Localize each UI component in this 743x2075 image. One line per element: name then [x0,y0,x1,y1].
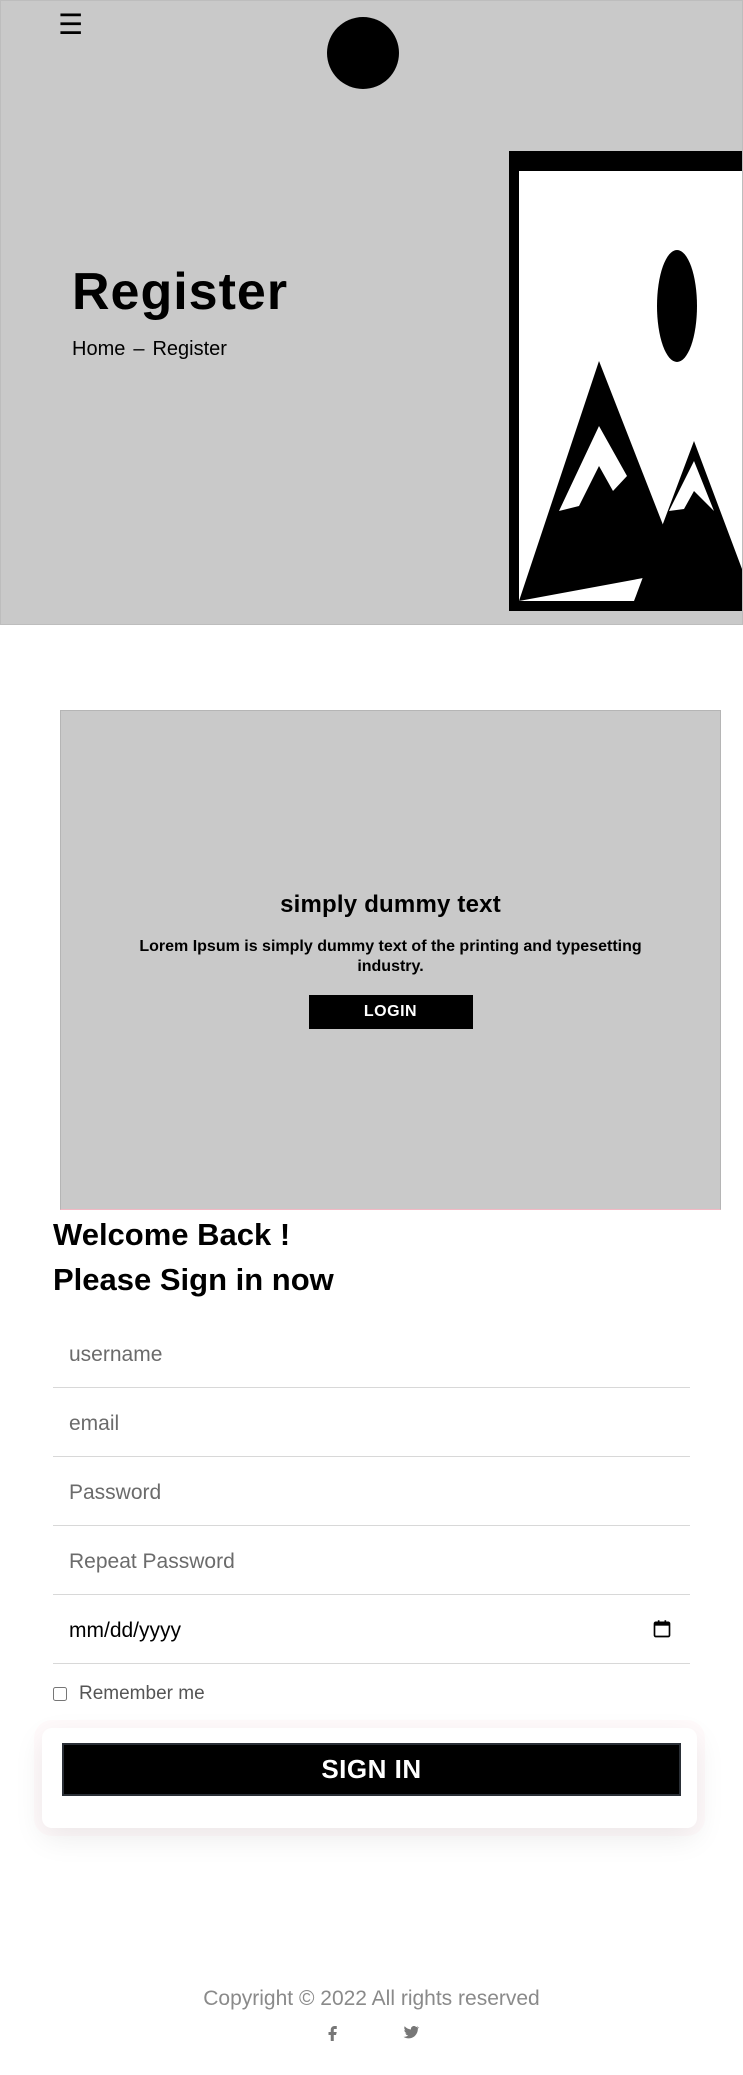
username-field-container [53,1325,690,1388]
sign-in-button[interactable]: SIGN IN [62,1743,681,1796]
signin-form: mm/dd/yyyy [53,1325,690,1670]
username-input[interactable] [53,1325,690,1385]
logo-icon[interactable] [327,17,399,89]
signin-heading: Welcome Back ! Please Sign in now [53,1213,713,1303]
footer: Copyright © 2022 All rights reserved [0,1987,743,2047]
hero-section: ☰ Register Home – Register [0,0,743,625]
image-placeholder-icon [509,151,742,611]
breadcrumb-home-link[interactable]: Home [72,338,125,361]
breadcrumb-separator: – [133,338,145,360]
email-input[interactable] [53,1394,690,1454]
password-field-container [53,1463,690,1526]
promo-text: Lorem Ipsum is simply dummy text of the … [139,938,642,975]
remember-me-label: Remember me [79,1683,205,1704]
promo-card: simply dummy text Lorem Ipsum is simply … [60,710,721,1210]
copyright-text: Copyright © 2022 All rights reserved [203,1987,540,2010]
facebook-icon[interactable] [324,2023,342,2041]
password-input[interactable] [53,1463,690,1523]
date-field[interactable]: mm/dd/yyyy [53,1601,690,1664]
calendar-icon[interactable] [652,1619,672,1639]
remember-me-row[interactable]: Remember me [53,1683,205,1705]
social-links [0,2017,743,2047]
breadcrumb-current: Register [152,338,227,360]
remember-me-checkbox[interactable] [53,1687,67,1701]
repeat-password-input[interactable] [53,1532,690,1592]
email-field-container [53,1394,690,1457]
repeat-password-field-container [53,1532,690,1595]
twitter-icon[interactable] [402,2023,420,2041]
breadcrumb: Home – Register [72,338,227,361]
signin-button-container: SIGN IN [42,1728,697,1828]
welcome-line2: Please Sign in now [53,1261,334,1297]
login-button[interactable]: LOGIN [308,995,473,1029]
promo-title: simply dummy text [280,891,501,918]
page-title: Register [72,263,289,321]
date-input-value: mm/dd/yyyy [69,1619,182,1642]
menu-icon[interactable]: ☰ [58,11,83,39]
welcome-line1: Welcome Back ! [53,1217,291,1252]
